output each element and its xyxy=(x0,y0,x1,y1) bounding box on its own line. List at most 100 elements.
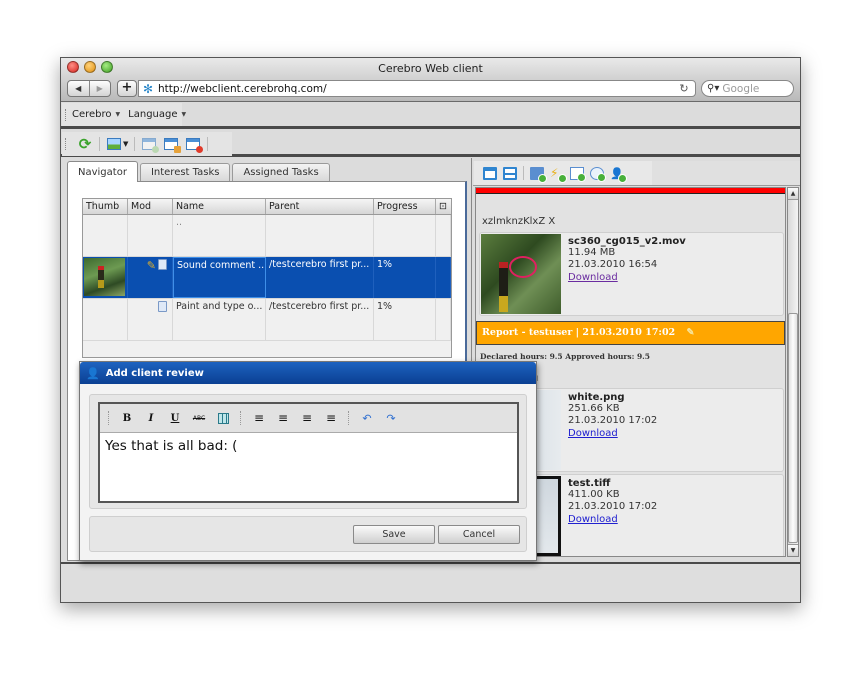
cell-mod xyxy=(128,299,173,340)
column-menu-icon[interactable]: ⊡ xyxy=(436,199,451,214)
column-header-progress[interactable]: Progress xyxy=(374,199,436,214)
layout-single-icon[interactable] xyxy=(483,166,497,180)
align-left-button[interactable]: ≡ xyxy=(247,409,271,427)
bold-button[interactable]: B xyxy=(115,409,139,427)
cell-progress: 1% xyxy=(374,257,436,298)
task-thumbnail[interactable] xyxy=(84,258,125,296)
delete-window-button[interactable] xyxy=(185,136,204,153)
forward-button[interactable]: ▶ xyxy=(88,81,111,96)
cell-mod xyxy=(128,215,173,256)
attachment-name: test.tiff xyxy=(568,478,611,489)
back-button[interactable]: ◀ xyxy=(68,81,89,96)
chevron-down-icon: ▼ xyxy=(115,111,121,118)
review-text-input[interactable]: Yes that is all bad: ( xyxy=(100,433,517,499)
toolbar-grip xyxy=(108,411,110,425)
align-right-button[interactable]: ≡ xyxy=(295,409,319,427)
scroll-up-button[interactable]: ▲ xyxy=(788,188,798,200)
editor-toolbar: B I U ABC ≡ ≡ ≡ ≡ ↶ ↷ xyxy=(100,404,517,433)
menubar-grip[interactable] xyxy=(65,108,66,121)
chevron-down-icon: ▼ xyxy=(181,111,187,118)
add-bookmark-button[interactable]: + xyxy=(117,80,137,97)
column-header-parent[interactable]: Parent xyxy=(266,199,374,214)
add-comment-icon[interactable] xyxy=(590,166,606,182)
refresh-icon[interactable]: ⟳ xyxy=(77,135,93,153)
underline-button[interactable]: U xyxy=(163,409,187,427)
tab-interest-tasks[interactable]: Interest Tasks xyxy=(139,163,231,181)
align-center-button[interactable]: ≡ xyxy=(271,409,295,427)
cell-spacer xyxy=(436,257,451,298)
menu-cerebro[interactable]: Cerebro ▼ xyxy=(72,109,120,120)
layout-split-icon[interactable] xyxy=(503,166,517,180)
add-user-icon[interactable]: 👤 xyxy=(610,167,627,183)
new-window-button[interactable] xyxy=(141,136,160,153)
edit-report-icon[interactable]: ✎ xyxy=(686,327,694,338)
cell-mod: ✎ xyxy=(128,257,173,298)
strikethrough-button[interactable]: ABC xyxy=(187,409,211,427)
delete-window-icon xyxy=(186,138,204,153)
add-document-icon[interactable] xyxy=(530,166,547,183)
add-attachment-icon[interactable] xyxy=(570,166,586,182)
cancel-button[interactable]: Cancel xyxy=(438,525,520,544)
pencil-icon: ✎ xyxy=(146,259,156,272)
attachment-name: sc360_cg015_v2.mov xyxy=(568,236,686,247)
view-dropdown-caret[interactable]: ▼ xyxy=(123,140,128,148)
justify-button[interactable]: ≡ xyxy=(319,409,343,427)
table-row[interactable]: .. xyxy=(83,215,451,257)
history-nav: ◀ ▶ xyxy=(67,80,111,97)
menu-language[interactable]: Language ▼ xyxy=(128,109,186,120)
comment-text: xzlmknzKlxZ X xyxy=(482,216,556,227)
column-header-thumb[interactable]: Thumb xyxy=(83,199,128,214)
toolbar-grip xyxy=(240,411,242,425)
scrollbar-thumb[interactable] xyxy=(788,313,798,543)
cell-thumb xyxy=(83,215,128,256)
table-icon xyxy=(217,412,229,424)
scroll-down-button[interactable]: ▼ xyxy=(788,544,798,556)
cell-name[interactable]: Sound comment ... xyxy=(173,257,266,298)
dialog-title: Add client review xyxy=(105,367,204,379)
document-icon xyxy=(158,301,167,312)
download-link[interactable]: Download xyxy=(568,271,686,284)
redo-button[interactable]: ↷ xyxy=(379,409,403,427)
download-link[interactable]: Download xyxy=(568,427,657,440)
status-bar xyxy=(61,562,800,602)
cell-thumb xyxy=(83,257,128,298)
tab-navigator[interactable]: Navigator xyxy=(67,161,138,182)
italic-button[interactable]: I xyxy=(139,409,163,427)
table-row[interactable]: Paint and type o... /testcerebro first p… xyxy=(83,299,451,341)
document-icon xyxy=(158,259,167,270)
table-row-selected[interactable]: ✎ Sound comment ... /testcerebro first p… xyxy=(83,257,451,299)
insert-table-button[interactable] xyxy=(211,409,235,427)
editor-container: B I U ABC ≡ ≡ ≡ ≡ ↶ ↷ Yes that is all ba… xyxy=(89,394,527,509)
tab-assigned-tasks[interactable]: Assigned Tasks xyxy=(232,163,330,181)
toolbar-divider xyxy=(207,137,209,151)
attachment-date: 21.03.2010 17:02 xyxy=(568,415,658,426)
column-header-mod[interactable]: Mod xyxy=(128,199,173,214)
edit-window-button[interactable] xyxy=(163,136,182,153)
vertical-scrollbar[interactable]: ▲ ▼ xyxy=(787,187,799,557)
image-icon xyxy=(107,138,121,150)
address-bar[interactable]: ✻ http://webclient.cerebrohq.com/ ↻ xyxy=(138,80,696,97)
column-header-name[interactable]: Name xyxy=(173,199,266,214)
image-view-button[interactable] xyxy=(106,136,122,152)
site-favicon-icon: ✻ xyxy=(142,81,154,96)
save-button[interactable]: Save xyxy=(353,525,435,544)
add-event-icon[interactable]: ⚡ xyxy=(550,166,567,183)
dialog-titlebar[interactable]: 👤 Add client review xyxy=(80,362,536,384)
cell-spacer xyxy=(436,299,451,340)
new-window-icon xyxy=(142,138,160,153)
reload-icon[interactable]: ↻ xyxy=(677,82,691,95)
search-input[interactable] xyxy=(722,82,787,95)
search-field[interactable]: ⚲▾ xyxy=(701,80,794,97)
cell-thumb xyxy=(83,299,128,340)
toolbar-divider xyxy=(134,137,136,151)
left-tabs: Navigator Interest Tasks Assigned Tasks xyxy=(67,161,332,182)
url-text[interactable]: http://webclient.cerebrohq.com/ xyxy=(158,83,677,95)
download-link[interactable]: Download xyxy=(568,513,657,526)
user-review-icon: 👤 xyxy=(86,366,100,380)
attachment-thumbnail[interactable] xyxy=(481,234,561,314)
toolbar-grip[interactable] xyxy=(65,138,68,150)
attachment-size: 411.00 KB xyxy=(568,489,620,500)
report-hours: Declared hours: 9.5 Approved hours: 9.5 xyxy=(480,352,651,361)
undo-button[interactable]: ↶ xyxy=(355,409,379,427)
attachment-date: 21.03.2010 17:02 xyxy=(568,501,658,512)
